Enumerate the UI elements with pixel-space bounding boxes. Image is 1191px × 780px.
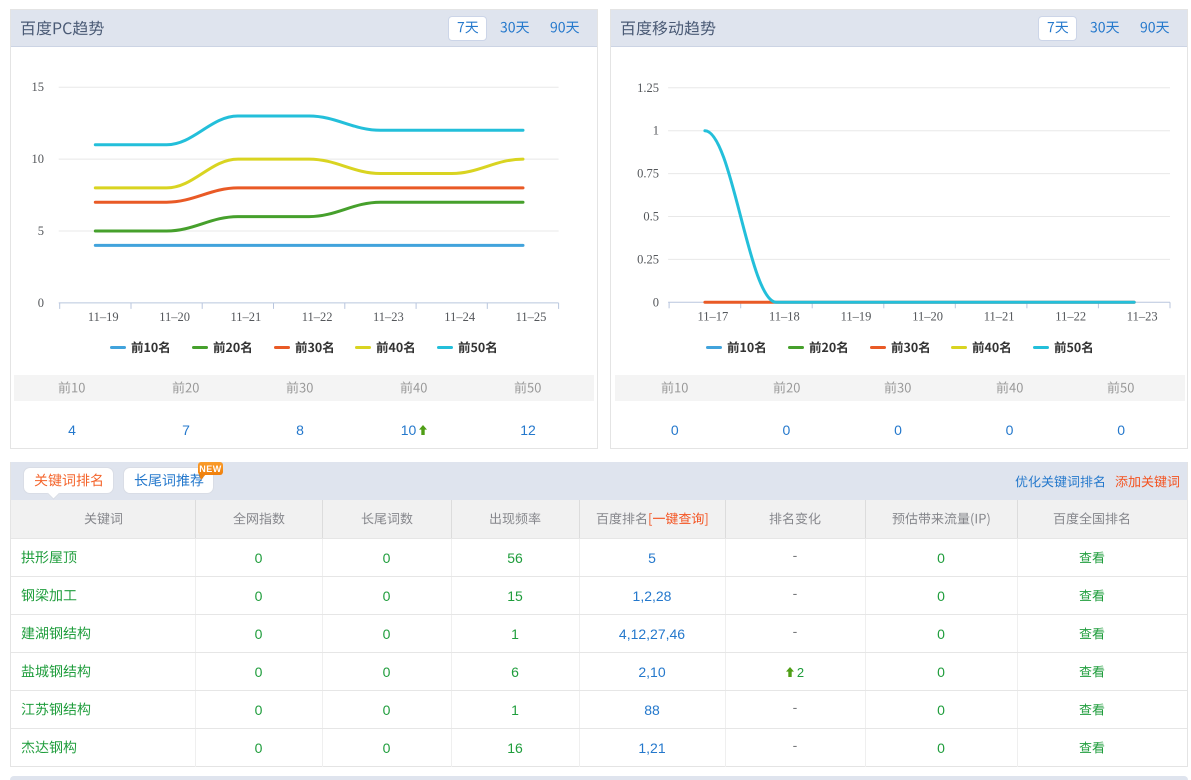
svg-text:11–23: 11–23 bbox=[1127, 309, 1158, 323]
svg-text:11–21: 11–21 bbox=[984, 309, 1015, 323]
svg-text:0: 0 bbox=[653, 295, 659, 309]
svg-text:11–18: 11–18 bbox=[769, 309, 800, 323]
svg-text:0: 0 bbox=[38, 296, 44, 310]
svg-text:1.25: 1.25 bbox=[637, 81, 659, 95]
svg-text:1: 1 bbox=[653, 124, 659, 138]
svg-text:11–17: 11–17 bbox=[698, 309, 729, 323]
svg-text:11–22: 11–22 bbox=[1055, 309, 1086, 323]
svg-text:11–22: 11–22 bbox=[302, 310, 333, 324]
svg-text:11–19: 11–19 bbox=[88, 310, 119, 324]
svg-text:15: 15 bbox=[32, 80, 45, 94]
svg-text:5: 5 bbox=[38, 224, 44, 238]
svg-text:11–20: 11–20 bbox=[159, 310, 190, 324]
svg-text:11–23: 11–23 bbox=[373, 310, 404, 324]
svg-text:10: 10 bbox=[32, 152, 45, 166]
svg-text:11–24: 11–24 bbox=[444, 310, 476, 324]
svg-text:11–21: 11–21 bbox=[231, 310, 262, 324]
svg-text:11–19: 11–19 bbox=[841, 309, 872, 323]
svg-text:0.5: 0.5 bbox=[643, 210, 659, 224]
svg-text:0.75: 0.75 bbox=[637, 167, 659, 181]
svg-text:11–20: 11–20 bbox=[912, 309, 943, 323]
svg-text:11–25: 11–25 bbox=[516, 310, 547, 324]
svg-text:0.25: 0.25 bbox=[637, 252, 659, 266]
